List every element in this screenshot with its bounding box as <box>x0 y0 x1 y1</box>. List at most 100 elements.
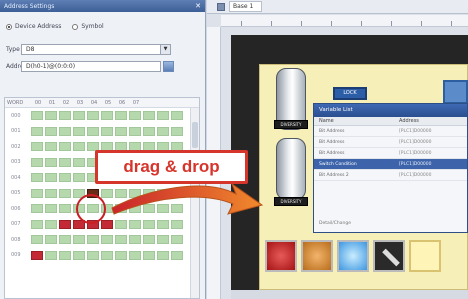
scrollbar-thumb[interactable] <box>192 122 198 148</box>
pale-switch-part[interactable] <box>409 240 441 272</box>
address-cell[interactable] <box>31 235 43 245</box>
address-cell[interactable] <box>31 204 43 214</box>
wrench-icon[interactable] <box>373 240 405 272</box>
address-cell[interactable] <box>143 219 155 229</box>
address-cell[interactable] <box>129 173 141 183</box>
address-cell-used[interactable] <box>31 250 43 260</box>
address-cell[interactable] <box>87 173 99 183</box>
address-cell[interactable] <box>129 204 141 214</box>
address-cell[interactable] <box>143 173 155 183</box>
address-cell-used[interactable] <box>101 219 113 229</box>
dialog-row[interactable]: Bit Address [PLC1]D00000 <box>314 126 467 137</box>
address-cell[interactable] <box>143 126 155 136</box>
address-cell[interactable] <box>31 173 43 183</box>
address-cell[interactable] <box>157 111 169 121</box>
address-cell[interactable] <box>143 142 155 152</box>
symbol-radio[interactable] <box>72 23 79 30</box>
address-cell[interactable] <box>87 111 99 121</box>
address-cell[interactable] <box>59 250 71 260</box>
type-select[interactable]: D8 ▼ <box>21 43 171 55</box>
address-cell[interactable] <box>143 188 155 198</box>
address-cell[interactable] <box>87 142 99 152</box>
address-cell[interactable] <box>143 250 155 260</box>
address-cell[interactable] <box>59 126 71 136</box>
lock-switch-object[interactable]: LOCK <box>333 87 367 100</box>
address-cell[interactable] <box>157 235 169 245</box>
address-cell[interactable] <box>143 235 155 245</box>
address-cell[interactable] <box>129 188 141 198</box>
address-cell[interactable] <box>73 250 85 260</box>
address-cell[interactable] <box>73 111 85 121</box>
address-cell[interactable] <box>101 188 113 198</box>
address-cell[interactable] <box>101 111 113 121</box>
chevron-down-icon[interactable]: ▼ <box>160 44 170 54</box>
address-input[interactable]: D(h0-1)@(0:0:0) <box>21 60 161 72</box>
address-cell[interactable] <box>171 250 183 260</box>
address-cell[interactable] <box>45 126 57 136</box>
address-cell[interactable] <box>157 173 169 183</box>
address-cell[interactable] <box>101 235 113 245</box>
property-dialog[interactable]: Variable List Name Address Bit Address [… <box>313 103 468 233</box>
address-cell[interactable] <box>171 188 183 198</box>
address-cell[interactable] <box>171 111 183 121</box>
dialog-row[interactable]: Bit Address [PLC1]D00000 <box>314 148 467 159</box>
address-cell[interactable] <box>59 173 71 183</box>
address-cell[interactable] <box>143 111 155 121</box>
address-cell[interactable] <box>115 111 127 121</box>
blue-lamp-part[interactable] <box>337 240 369 272</box>
monitor-icon[interactable] <box>443 80 468 104</box>
address-cell[interactable] <box>45 157 57 167</box>
address-cell[interactable] <box>73 188 85 198</box>
address-cell[interactable] <box>59 157 71 167</box>
orange-lamp-part[interactable] <box>301 240 333 272</box>
address-cell[interactable] <box>101 126 113 136</box>
address-cell[interactable] <box>115 250 127 260</box>
address-cell-used[interactable] <box>73 219 85 229</box>
address-cell[interactable] <box>115 126 127 136</box>
address-cell[interactable] <box>31 142 43 152</box>
address-cell[interactable] <box>129 126 141 136</box>
address-cell[interactable] <box>45 188 57 198</box>
address-cell[interactable] <box>115 142 127 152</box>
address-cell[interactable] <box>73 142 85 152</box>
address-cell[interactable] <box>101 173 113 183</box>
grid-scrollbar[interactable] <box>190 108 199 298</box>
address-cell[interactable] <box>59 235 71 245</box>
address-cell[interactable] <box>143 157 155 167</box>
address-cell[interactable] <box>115 204 127 214</box>
address-cell[interactable] <box>31 188 43 198</box>
address-cell[interactable] <box>101 157 113 167</box>
red-lamp-part[interactable] <box>265 240 297 272</box>
address-cell[interactable] <box>45 219 57 229</box>
address-cell[interactable] <box>157 157 169 167</box>
device-address-radio[interactable] <box>6 23 12 30</box>
dialog-row[interactable]: Bit Address [PLC1]D00000 <box>314 137 467 148</box>
address-cell[interactable] <box>45 173 57 183</box>
address-cell[interactable] <box>73 157 85 167</box>
address-picker-button[interactable] <box>163 60 174 72</box>
address-cell[interactable] <box>73 126 85 136</box>
address-cell[interactable] <box>101 250 113 260</box>
address-cell[interactable] <box>143 204 155 214</box>
address-cell[interactable] <box>59 142 71 152</box>
address-cell[interactable] <box>87 204 99 214</box>
address-cell[interactable] <box>101 142 113 152</box>
address-cell[interactable] <box>31 157 43 167</box>
address-cell[interactable] <box>157 204 169 214</box>
address-cell[interactable] <box>171 126 183 136</box>
address-cell[interactable] <box>73 173 85 183</box>
selected-address-cell[interactable] <box>87 188 99 198</box>
address-cell[interactable] <box>45 204 57 214</box>
address-cell[interactable] <box>129 219 141 229</box>
cylinder-part-object[interactable]: DIVERSITY DIVERSITY <box>273 68 309 208</box>
address-cell[interactable] <box>45 250 57 260</box>
address-cell[interactable] <box>87 250 99 260</box>
address-cell[interactable] <box>171 173 183 183</box>
address-cell[interactable] <box>59 204 71 214</box>
address-cell[interactable] <box>115 219 127 229</box>
dialog-footer[interactable]: Detail/Change <box>319 221 351 226</box>
address-cell[interactable] <box>171 235 183 245</box>
address-cell[interactable] <box>45 111 57 121</box>
address-cell[interactable] <box>129 111 141 121</box>
address-cell-used[interactable] <box>59 219 71 229</box>
